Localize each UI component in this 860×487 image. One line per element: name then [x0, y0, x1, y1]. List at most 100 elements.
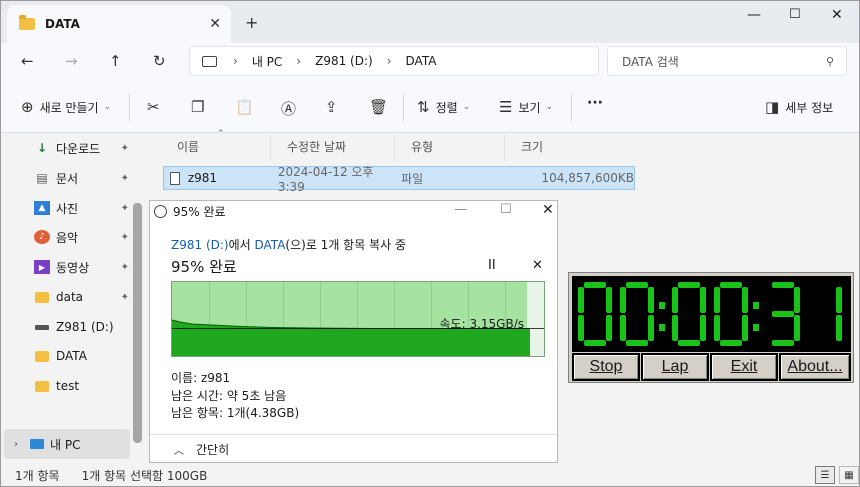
dialog-titlebar: 95% 완료 — ☐ ✕	[150, 201, 557, 221]
copy-text: (으)로 1개 항목 복사 중	[285, 238, 406, 252]
about-button[interactable]: About...	[779, 353, 851, 381]
lcd-colon	[659, 324, 665, 331]
breadcrumb-this-pc[interactable]: 내 PC	[252, 53, 282, 70]
details-pane-icon: ◨	[765, 98, 780, 116]
sidebar-item-label: 내 PC	[50, 437, 81, 452]
source-link[interactable]: Z981 (D:)	[171, 238, 229, 252]
folder-icon	[34, 290, 50, 304]
lcd-segment	[794, 287, 800, 313]
sidebar-scrollbar[interactable]	[133, 203, 142, 443]
sidebar-item-pictures[interactable]: ▲ 사진 ✦	[1, 194, 133, 222]
pin-icon: ✦	[120, 291, 129, 303]
lcd-segment	[578, 315, 584, 341]
file-icon	[170, 171, 180, 185]
lcd-segment	[606, 315, 612, 341]
up-icon[interactable]: ↑	[109, 52, 122, 70]
pause-button[interactable]: II	[488, 258, 496, 273]
tab-title: DATA	[45, 17, 80, 31]
column-name[interactable]: 이름	[161, 135, 271, 161]
lcd-digits	[578, 282, 842, 346]
copy-text: 에서	[228, 238, 255, 252]
picture-icon: ▲	[34, 201, 50, 215]
cancel-button[interactable]: ✕	[532, 258, 543, 273]
folder-icon	[19, 15, 35, 30]
column-type[interactable]: 유형	[395, 135, 505, 161]
tab-close-icon[interactable]: ✕	[209, 16, 221, 32]
details-pane-button[interactable]: ◨ 세부 정보	[765, 98, 833, 116]
copy-icon[interactable]: ❐	[191, 98, 210, 116]
sidebar-item-drive[interactable]: Z981 (D:)	[1, 313, 133, 341]
share-icon[interactable]: ⇪	[325, 98, 344, 116]
tiles-view-icon[interactable]: ▦	[839, 466, 859, 484]
sidebar-item-data-lower[interactable]: data ✦	[1, 283, 133, 311]
details-view-icon[interactable]: ☰	[815, 466, 835, 484]
collapse-details-button[interactable]: ︿ 간단히	[150, 434, 557, 464]
table-row[interactable]: z981 2024-04-12 오후 3:39 파일 104,857,600KB	[163, 165, 635, 194]
speed-label: 속도: 3.15GB/s	[439, 317, 524, 331]
lcd-segment	[584, 340, 606, 346]
tab-bar: DATA ✕ + — ☐ ✕	[1, 1, 859, 43]
new-tab-icon[interactable]: +	[245, 13, 258, 32]
breadcrumb-drive[interactable]: Z981 (D:)	[315, 54, 373, 68]
sort-label: 정렬	[435, 100, 458, 115]
sidebar-item-label: Z981 (D:)	[56, 320, 114, 334]
lcd-segment	[626, 340, 648, 346]
command-bar: ⊕ 새로 만들기 ⌄ ✂ ❐ 📋 Ⓐ ⇪ 🗑 ⇅ 정렬 ⌄ ☰ 보기 ⌄ ···…	[1, 81, 859, 133]
close-icon[interactable]: ✕	[831, 7, 843, 23]
lcd-segment	[772, 311, 794, 317]
column-size[interactable]: 크기	[505, 135, 637, 161]
new-button[interactable]: ⊕ 새로 만들기 ⌄	[21, 98, 111, 116]
percent-complete: 95% 완료	[171, 258, 237, 276]
lcd-colon	[753, 324, 759, 331]
view-button[interactable]: ☰ 보기 ⌄	[499, 98, 553, 116]
delete-icon[interactable]: 🗑	[369, 98, 394, 116]
sidebar-item-data[interactable]: DATA	[1, 342, 133, 370]
sidebar-item-this-pc[interactable]: › 내 PC	[4, 429, 130, 459]
exit-button[interactable]: Exit	[710, 353, 778, 381]
search-input[interactable]: DATA 검색 ⚲	[607, 46, 847, 76]
chevron-down-icon: ⌄	[462, 102, 471, 112]
tab-data[interactable]: DATA ✕	[7, 5, 231, 43]
new-label: 새로 만들기	[39, 100, 99, 115]
sidebar-item-label: 동영상	[56, 260, 90, 275]
file-name-line: 이름: z981	[171, 371, 231, 385]
lap-button[interactable]: Lap	[641, 353, 709, 381]
sidebar-item-label: DATA	[56, 349, 87, 363]
address-bar[interactable]: › 내 PC › Z981 (D:) › DATA	[189, 46, 599, 76]
lcd-colon	[659, 302, 665, 309]
chevron-right-icon: ›	[14, 438, 18, 450]
lcd-segment	[794, 315, 800, 341]
rename-icon[interactable]: Ⓐ	[281, 98, 302, 119]
minimize-icon[interactable]: —	[454, 202, 467, 217]
sidebar-item-label: test	[56, 379, 80, 393]
back-icon[interactable]: ←	[21, 52, 34, 70]
minimize-icon[interactable]: —	[747, 7, 761, 23]
more-options-icon[interactable]: ···	[587, 95, 603, 111]
sidebar-item-documents[interactable]: ▤ 문서 ✦	[1, 164, 133, 192]
cut-icon[interactable]: ✂	[147, 98, 166, 116]
sidebar-item-music[interactable]: ♪ 음악 ✦	[1, 223, 133, 251]
chevron-right-icon: ›	[233, 54, 238, 68]
breadcrumb-data[interactable]: DATA	[406, 54, 437, 68]
sidebar-item-downloads[interactable]: ↓ 다운로드 ✦	[1, 134, 133, 162]
sidebar-item-label: 음악	[56, 230, 79, 245]
lcd-segment	[720, 282, 742, 288]
monitor-icon	[30, 439, 44, 449]
refresh-icon[interactable]: ↻	[153, 52, 166, 70]
sidebar-item-videos[interactable]: ▶ 동영상 ✦	[1, 253, 133, 281]
details-label: 세부 정보	[785, 100, 834, 115]
lcd-segment	[678, 340, 700, 346]
column-date[interactable]: 수정한 날짜	[271, 135, 395, 161]
maximize-icon[interactable]: ☐	[500, 202, 512, 217]
maximize-icon[interactable]: ☐	[789, 7, 801, 22]
paste-icon[interactable]: 📋	[235, 98, 260, 116]
music-icon: ♪	[34, 230, 50, 244]
forward-icon[interactable]: →	[65, 52, 78, 70]
sidebar-item-test[interactable]: test	[1, 372, 133, 400]
stop-button[interactable]: Stop	[572, 353, 640, 381]
destination-link[interactable]: DATA	[255, 238, 286, 252]
lcd-segment	[714, 315, 720, 341]
sort-button[interactable]: ⇅ 정렬 ⌄	[417, 98, 470, 116]
close-icon[interactable]: ✕	[542, 202, 554, 218]
pin-icon: ✦	[120, 231, 129, 243]
